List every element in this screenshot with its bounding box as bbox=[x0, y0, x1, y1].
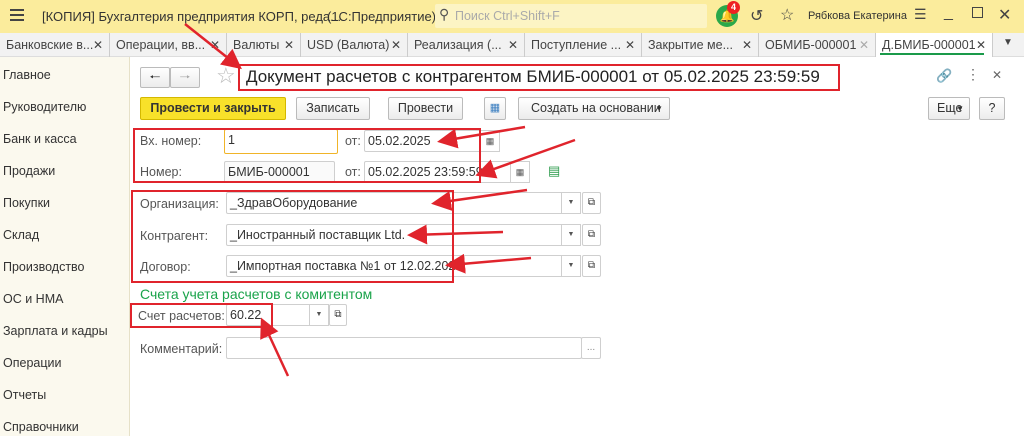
annotation-arrows bbox=[184, 23, 576, 377]
